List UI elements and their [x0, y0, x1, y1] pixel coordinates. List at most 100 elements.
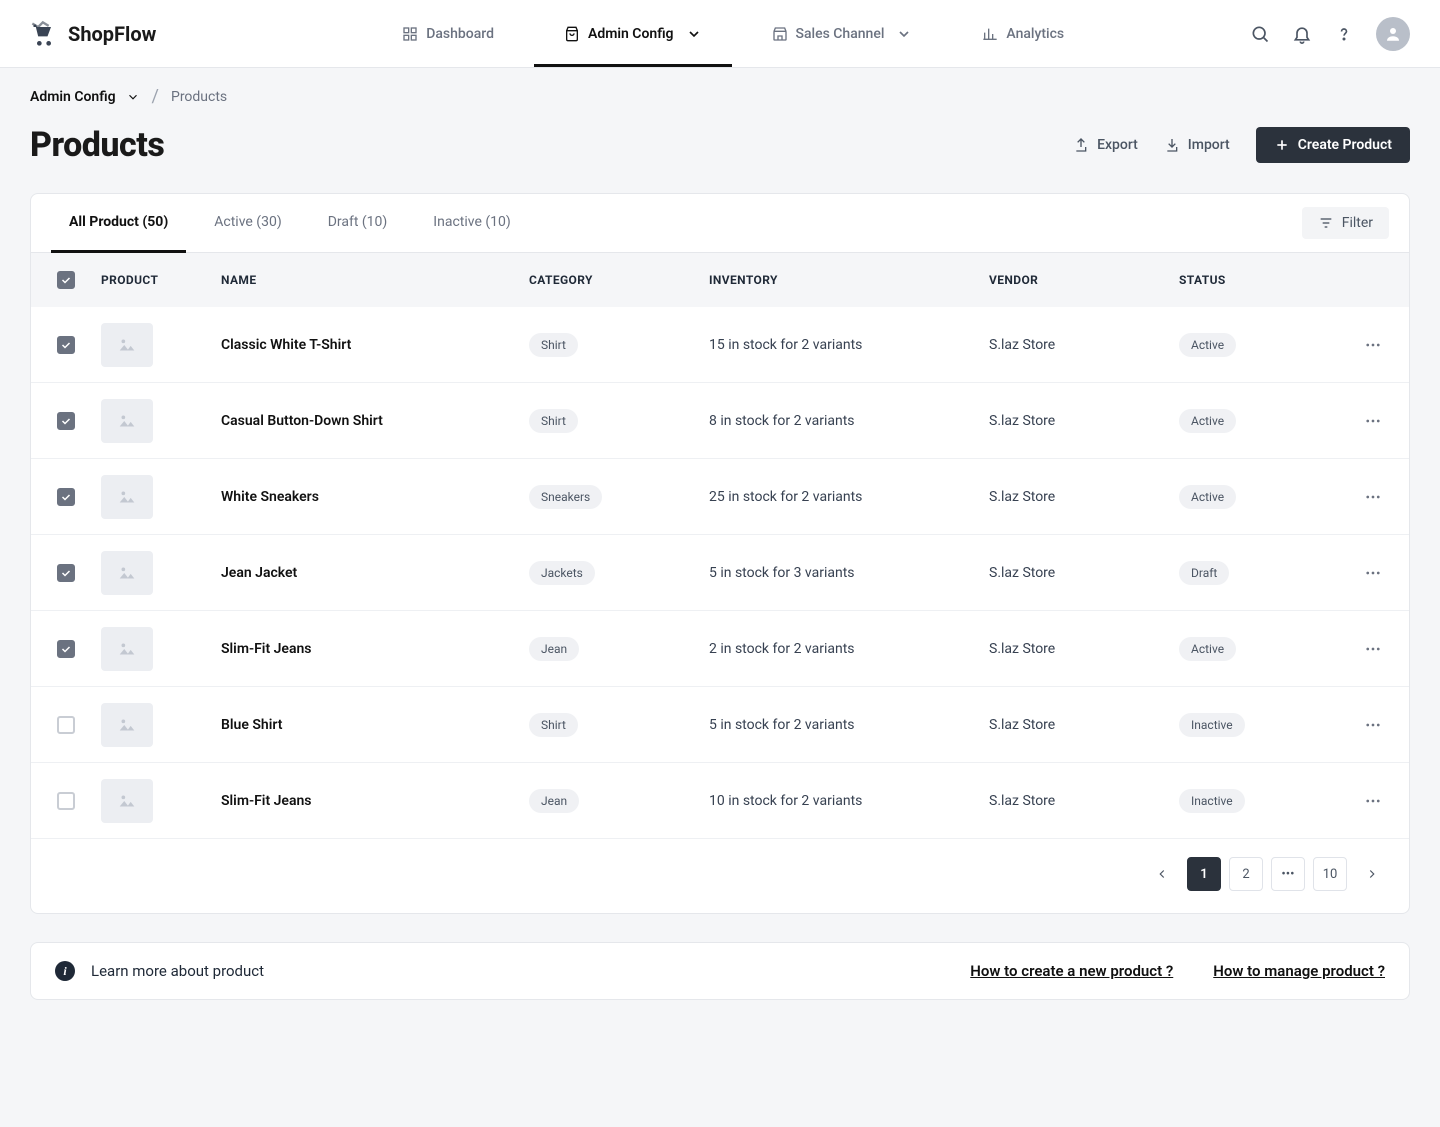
row-actions[interactable] — [1343, 412, 1403, 430]
tab-draft[interactable]: Draft (10) — [310, 194, 406, 253]
tab-active[interactable]: Active (30) — [196, 194, 299, 253]
category-chip: Shirt — [529, 409, 578, 433]
breadcrumb-root-label: Admin Config — [30, 89, 116, 105]
product-thumb — [101, 703, 153, 747]
nav-label: Analytics — [1006, 26, 1064, 42]
vendor-text: S.laz Store — [989, 489, 1055, 505]
table-body: Classic White T-ShirtShirt15 in stock fo… — [31, 307, 1409, 839]
page-ellipsis: ••• — [1271, 857, 1305, 891]
help-icon[interactable] — [1334, 24, 1354, 44]
product-name[interactable]: Blue Shirt — [221, 717, 282, 733]
primary-nav: Dashboard Admin Config Sales Channel — [216, 0, 1250, 67]
row-actions[interactable] — [1343, 792, 1403, 810]
bell-icon[interactable] — [1292, 24, 1312, 44]
vendor-text: S.laz Store — [989, 793, 1055, 809]
top-actions — [1250, 17, 1410, 51]
inventory-text: 8 in stock for 2 variants — [709, 413, 855, 429]
brand-logo[interactable]: ShopFlow — [30, 20, 156, 48]
filter-button[interactable]: Filter — [1302, 207, 1389, 239]
tab-all-product[interactable]: All Product (50) — [51, 194, 186, 253]
brand-name: ShopFlow — [68, 22, 156, 46]
info-links: How to create a new product ? How to man… — [970, 962, 1385, 980]
tabs: All Product (50) Active (30) Draft (10) … — [51, 194, 529, 252]
product-name[interactable]: Casual Button-Down Shirt — [221, 413, 383, 429]
nav-analytics[interactable]: Analytics — [952, 0, 1094, 67]
products-card: All Product (50) Active (30) Draft (10) … — [30, 193, 1410, 914]
inventory-text: 5 in stock for 3 variants — [709, 565, 855, 581]
import-label: Import — [1188, 137, 1230, 153]
select-all-checkbox[interactable] — [57, 271, 75, 289]
grid-icon — [402, 26, 418, 42]
page-prev[interactable] — [1145, 857, 1179, 891]
row-checkbox[interactable] — [57, 792, 75, 810]
upload-icon — [1073, 137, 1089, 153]
product-thumb — [101, 627, 153, 671]
search-icon[interactable] — [1250, 24, 1270, 44]
row-checkbox[interactable] — [57, 336, 75, 354]
info-link-manage[interactable]: How to manage product ? — [1213, 962, 1385, 980]
nav-sales-channel[interactable]: Sales Channel — [742, 0, 943, 67]
product-name[interactable]: Jean Jacket — [221, 565, 297, 581]
category-chip: Shirt — [529, 713, 578, 737]
product-name[interactable]: Slim-Fit Jeans — [221, 641, 312, 657]
vendor-text: S.laz Store — [989, 337, 1055, 353]
product-name[interactable]: White Sneakers — [221, 489, 319, 505]
tab-inactive[interactable]: Inactive (10) — [415, 194, 528, 253]
product-name[interactable]: Classic White T-Shirt — [221, 337, 351, 353]
pagination: 1 2 ••• 10 — [31, 839, 1409, 913]
product-thumb — [101, 399, 153, 443]
row-actions[interactable] — [1343, 564, 1403, 582]
avatar[interactable] — [1376, 17, 1410, 51]
logo-icon — [30, 20, 58, 48]
breadcrumb-separator: / — [152, 86, 159, 107]
row-actions[interactable] — [1343, 488, 1403, 506]
page-next[interactable] — [1355, 857, 1389, 891]
page-10[interactable]: 10 — [1313, 857, 1347, 891]
row-checkbox[interactable] — [57, 640, 75, 658]
vendor-text: S.laz Store — [989, 717, 1055, 733]
info-link-create[interactable]: How to create a new product ? — [970, 962, 1173, 980]
col-inventory: INVENTORY — [703, 273, 983, 287]
table-row: Blue ShirtShirt5 in stock for 2 variants… — [31, 687, 1409, 763]
create-product-button[interactable]: Create Product — [1256, 127, 1410, 163]
category-chip: Shirt — [529, 333, 578, 357]
row-checkbox[interactable] — [57, 412, 75, 430]
status-badge: Draft — [1179, 561, 1229, 585]
inventory-text: 10 in stock for 2 variants — [709, 793, 862, 809]
export-button[interactable]: Export — [1073, 137, 1138, 153]
breadcrumb-leaf: Products — [171, 89, 227, 105]
import-button[interactable]: Import — [1164, 137, 1230, 153]
col-status: STATUS — [1173, 273, 1343, 287]
nav-dashboard[interactable]: Dashboard — [372, 0, 524, 67]
col-vendor: VENDOR — [983, 273, 1173, 287]
category-chip: Jackets — [529, 561, 595, 585]
nav-admin-config[interactable]: Admin Config — [534, 0, 732, 67]
bag-icon — [564, 26, 580, 42]
col-category: CATEGORY — [523, 273, 703, 287]
products-table: PRODUCT NAME CATEGORY INVENTORY VENDOR S… — [31, 253, 1409, 839]
page-2[interactable]: 2 — [1229, 857, 1263, 891]
category-chip: Jean — [529, 637, 579, 661]
product-name[interactable]: Slim-Fit Jeans — [221, 793, 312, 809]
user-icon — [1384, 25, 1402, 43]
row-actions[interactable] — [1343, 640, 1403, 658]
table-row: Slim-Fit Jeans Jean 2 in stock for 2 varia… — [31, 611, 1409, 687]
row-checkbox[interactable] — [57, 488, 75, 506]
nav-label: Admin Config — [588, 26, 674, 42]
breadcrumb: Admin Config / Products — [0, 68, 1440, 107]
table-row: White SneakersSneakers25 in stock for 2 … — [31, 459, 1409, 535]
inventory-text: 2 in stock for 2 variants — [709, 641, 855, 657]
product-thumb — [101, 323, 153, 367]
breadcrumb-root[interactable]: Admin Config — [30, 89, 140, 105]
category-chip: Jean — [529, 789, 579, 813]
row-checkbox[interactable] — [57, 716, 75, 734]
page-1[interactable]: 1 — [1187, 857, 1221, 891]
filter-icon — [1318, 215, 1334, 231]
status-badge: Active — [1179, 409, 1236, 433]
product-thumb — [101, 475, 153, 519]
table-row: Jean Jacket Jackets 5 in stock for 3 varia… — [31, 535, 1409, 611]
row-actions[interactable] — [1343, 716, 1403, 734]
row-checkbox[interactable] — [57, 564, 75, 582]
table-row: Classic White T-ShirtShirt15 in stock fo… — [31, 307, 1409, 383]
row-actions[interactable] — [1343, 336, 1403, 354]
